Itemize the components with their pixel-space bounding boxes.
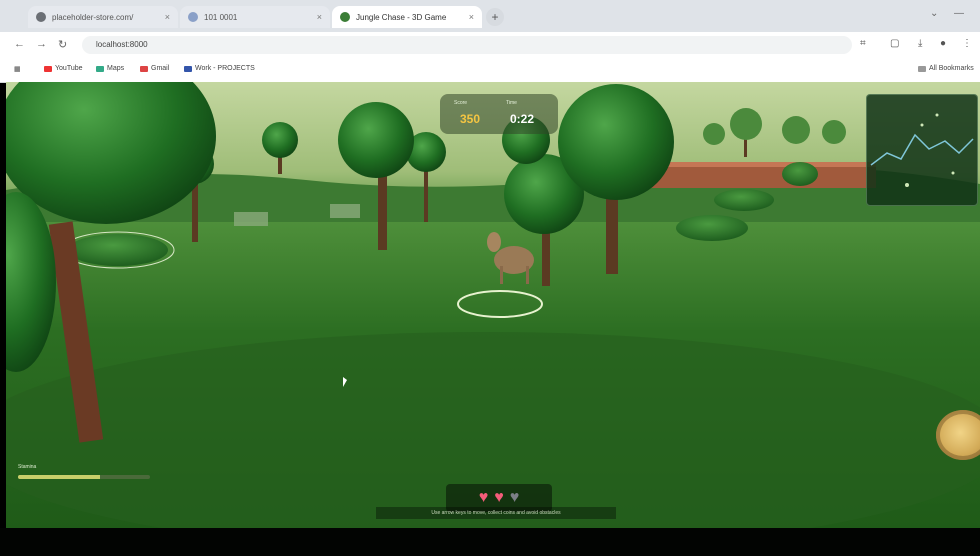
url-input[interactable]: localhost:8000 <box>82 36 852 54</box>
map-pin-icon <box>96 65 104 72</box>
stamina-label: Stamina <box>18 464 37 470</box>
stamina-bar: Stamina <box>18 464 158 479</box>
download-icon[interactable]: ⤓ <box>918 38 922 49</box>
controls-hint: Use arrow keys to move, collect coins an… <box>376 507 616 519</box>
bush <box>68 234 168 266</box>
bookmark-maps[interactable]: Maps <box>96 65 124 72</box>
score-value: 350 <box>460 112 481 126</box>
player-ring <box>457 290 543 318</box>
back-icon[interactable]: ← <box>14 38 25 50</box>
youtube-icon <box>44 65 52 72</box>
browser-chrome: placeholder-store.com/ × 101 0001 × Jung… <box>0 0 980 83</box>
minimap <box>866 94 978 206</box>
tab-search-icon[interactable]: ⌄ <box>930 8 938 19</box>
tab-second[interactable]: 101 0001 × <box>180 6 330 28</box>
forward-icon[interactable]: → <box>36 38 47 50</box>
tree-canopy <box>338 102 414 178</box>
game-icon <box>340 12 350 22</box>
close-icon[interactable]: × <box>317 12 322 22</box>
new-tab-button[interactable]: + <box>486 8 504 26</box>
stone-block <box>234 212 268 226</box>
address-bar-row: ← → ↻ localhost:8000 ⌗ ▢ ⤓ ● ⋮ <box>0 32 980 58</box>
bookmark-label: Work - PROJECTS <box>195 65 255 72</box>
tab-store[interactable]: placeholder-store.com/ × <box>28 6 178 28</box>
bookmark-youtube[interactable]: YouTube <box>44 65 83 72</box>
bookmarks-bar: ▦ YouTube Maps Gmail Work - PROJECTS All… <box>0 58 980 82</box>
heart-empty-icon: ♥ <box>509 489 520 506</box>
fence-top <box>646 162 876 167</box>
minimize-icon[interactable]: — <box>954 8 964 19</box>
stone-block <box>330 204 360 218</box>
tab-label: placeholder-store.com/ <box>52 12 134 22</box>
apps-icon[interactable]: ▦ <box>14 65 21 73</box>
menu-icon[interactable]: ⋮ <box>962 38 972 49</box>
close-icon[interactable]: × <box>469 12 474 22</box>
tab-game[interactable]: Jungle Chase - 3D Game × <box>332 6 482 28</box>
bookmark-label: All Bookmarks <box>929 65 974 72</box>
tab-strip: placeholder-store.com/ × 101 0001 × Jung… <box>0 0 980 32</box>
gmail-icon <box>140 65 148 72</box>
stamina-fill <box>18 475 100 479</box>
folder-icon <box>918 65 926 72</box>
translate-icon[interactable]: ⌗ <box>860 38 866 49</box>
reload-icon[interactable]: ↻ <box>58 38 67 51</box>
mouse-cursor <box>343 377 347 387</box>
tab-label: Jungle Chase - 3D Game <box>356 12 447 22</box>
time-label: Time <box>506 100 517 106</box>
bush <box>782 162 818 186</box>
game-canvas[interactable]: Score 350 Time 0:22 Stamina ♥ ♥ ♥ Use arro… <box>6 82 980 528</box>
url-text: localhost:8000 <box>96 40 148 49</box>
game-scene <box>6 82 980 528</box>
close-icon[interactable]: × <box>165 12 170 22</box>
profile-icon[interactable]: ● <box>940 38 946 49</box>
time-value: 0:22 <box>510 112 535 126</box>
minimap-graph <box>870 113 974 187</box>
bush <box>714 189 774 211</box>
stamina-track <box>18 475 150 479</box>
heart-full-icon: ♥ <box>494 489 504 506</box>
bush <box>676 215 748 241</box>
bookmark-work[interactable]: Work - PROJECTS <box>184 65 255 72</box>
tree-trunk <box>378 172 387 250</box>
folder-icon <box>184 65 192 72</box>
tab-label: 101 0001 <box>204 12 238 22</box>
bookmark-gmail[interactable]: Gmail <box>140 65 169 72</box>
letterbox-bar <box>0 528 980 556</box>
player-character <box>487 232 534 284</box>
score-panel: Score 350 Time 0:22 <box>440 94 558 134</box>
page-icon <box>188 12 198 22</box>
heart-full-icon: ♥ <box>478 489 489 506</box>
tree-canopy <box>558 84 674 200</box>
bookmark-label: YouTube <box>55 65 83 72</box>
score-label: Score <box>454 100 468 106</box>
github-icon <box>36 12 46 22</box>
extensions-icon[interactable]: ▢ <box>890 38 899 49</box>
bookmark-label: Maps <box>107 65 125 72</box>
bookmark-label: Gmail <box>151 65 170 72</box>
fence <box>646 166 876 188</box>
all-bookmarks[interactable]: All Bookmarks <box>918 65 974 72</box>
